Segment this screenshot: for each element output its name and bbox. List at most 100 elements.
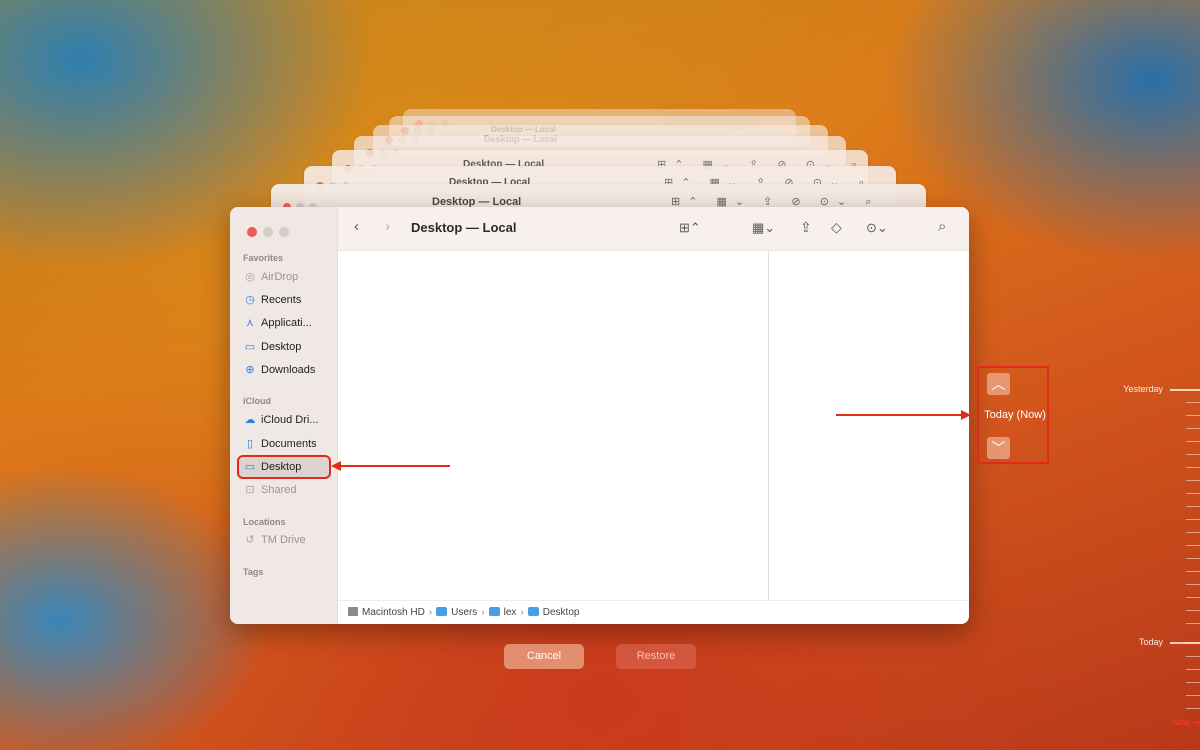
downloads-icon: ⊕ (245, 364, 255, 376)
time-machine-icon: ↺ (245, 534, 255, 546)
timeline-tick (1186, 454, 1200, 455)
sidebar-item-recents[interactable]: ◷ Recents (243, 290, 333, 310)
shared-folder-icon: ⊡ (245, 484, 255, 496)
timeline-tick (1186, 441, 1200, 442)
sidebar-item-label: Recents (261, 294, 302, 306)
timeline-tick (1186, 519, 1200, 520)
timeline-tick (1186, 695, 1200, 696)
zoom-button[interactable] (279, 227, 289, 237)
timeline-tick (1186, 545, 1200, 546)
locations-header: Locations (243, 517, 286, 527)
sidebar-item-documents[interactable]: ▯ Documents (243, 434, 333, 454)
sidebar-item-label: iCloud Dri... (261, 414, 319, 426)
sidebar: Favorites ◎ AirDrop ◷ Recents ⋏ Applicati..… (230, 207, 338, 624)
sidebar-item-desktop[interactable]: ▭ Desktop (243, 337, 333, 357)
navigate-down-button[interactable]: ﹀ (987, 437, 1010, 459)
timeline-tick (1186, 402, 1200, 403)
sidebar-item-label: AirDrop (261, 271, 299, 283)
window-title: Desktop — Local (411, 220, 517, 235)
airdrop-icon: ◎ (245, 271, 255, 283)
annotation-arrow-head (331, 461, 341, 471)
hard-drive-icon (348, 607, 358, 616)
sidebar-item-label: TM Drive (261, 534, 306, 546)
timeline-tick (1186, 682, 1200, 683)
timeline-tick (1186, 506, 1200, 507)
timeline-tick (1186, 623, 1200, 624)
share-icon[interactable]: ⇪ (800, 219, 812, 236)
group-icon[interactable]: ▦⌄ (752, 220, 775, 236)
sidebar-item-applications[interactable]: ⋏ Applicati... (243, 313, 333, 333)
chevron-up-icon: ︿ (991, 376, 1006, 392)
column-divider[interactable] (768, 251, 769, 600)
file-browser[interactable] (338, 251, 969, 600)
path-segment[interactable]: Desktop (527, 601, 579, 624)
sidebar-item-label: Documents (261, 438, 317, 450)
view-mode-icon[interactable]: ⊞⌃ (679, 220, 701, 236)
timeline-tick (1170, 389, 1200, 391)
tags-header: Tags (243, 567, 264, 577)
sidebar-item-label: Desktop (261, 341, 302, 353)
annotation-arrow-line (836, 414, 962, 416)
clock-icon: ◷ (245, 294, 255, 306)
traffic-lights (247, 224, 295, 242)
sidebar-item-downloads[interactable]: ⊕ Downloads (243, 360, 333, 380)
sidebar-item-icloud-drive[interactable]: ☁ iCloud Dri... (243, 410, 333, 430)
timeline-tick (1186, 656, 1200, 657)
timeline-tick (1186, 493, 1200, 494)
timeline[interactable]: Yesterday Today Now (1110, 0, 1200, 750)
home-folder-icon (488, 607, 500, 616)
timeline-tick (1186, 532, 1200, 533)
sidebar-item-tm-drive[interactable]: ↺ TM Drive (243, 530, 333, 550)
icloud-header: iCloud (243, 396, 271, 406)
applications-icon: ⋏ (245, 317, 255, 329)
sidebar-item-label: Desktop (261, 461, 302, 473)
timeline-tick (1186, 610, 1200, 611)
toolbar: ‹ › Desktop — Local ⊞⌃ ▦⌄ ⇪ ◇ ⊙⌄ ⌕ (338, 207, 969, 251)
annotation-arrow-line (340, 465, 450, 467)
sidebar-item-label: Downloads (261, 364, 316, 376)
search-icon[interactable]: ⌕ (938, 218, 946, 235)
annotation-arrow-head (961, 410, 971, 420)
navigate-up-button[interactable]: ︿ (987, 373, 1010, 395)
favorites-header: Favorites (243, 253, 284, 263)
path-segment[interactable]: Users (436, 601, 477, 624)
cancel-button[interactable]: Cancel (504, 644, 584, 669)
timeline-tick (1186, 584, 1200, 585)
sidebar-item-label: Shared (261, 484, 297, 496)
timeline-tick (1186, 597, 1200, 598)
forward-icon[interactable]: › (385, 218, 390, 235)
restore-button[interactable]: Restore (616, 644, 696, 669)
folder-icon (527, 607, 539, 616)
timeline-tick (1186, 558, 1200, 559)
timeline-tick (1186, 708, 1200, 709)
timeline-tick (1186, 428, 1200, 429)
timeline-tick (1186, 415, 1200, 416)
timeline-label-today: Today (1138, 637, 1163, 647)
close-button[interactable] (247, 227, 257, 237)
sidebar-item-airdrop[interactable]: ◎ AirDrop (243, 267, 333, 287)
timeline-label-yesterday: Yesterday (1123, 384, 1163, 394)
chevron-down-icon: ﹀ (991, 440, 1006, 456)
tag-icon[interactable]: ◇ (831, 219, 842, 236)
timeline-tick (1186, 669, 1200, 670)
timeline-tick (1186, 480, 1200, 481)
sidebar-item-label: Applicati... (261, 317, 312, 329)
timeline-tick (1170, 642, 1200, 644)
folder-icon (436, 607, 448, 616)
sidebar-item-icloud-desktop[interactable]: ▭ Desktop (237, 455, 331, 479)
back-icon[interactable]: ‹ (354, 218, 359, 235)
time-navigator: ︿ Today (Now) ﹀ (977, 366, 1049, 464)
timeline-tick-now (1194, 722, 1200, 723)
sidebar-item-shared[interactable]: ⊡ Shared (243, 480, 333, 500)
desktop-icon: ▭ (244, 341, 256, 353)
more-actions-icon[interactable]: ⊙⌄ (866, 220, 888, 236)
path-segment[interactable]: lex (488, 601, 516, 624)
document-icon: ▯ (246, 438, 254, 450)
path-bar: Macintosh HD › Users › lex › Desktop (338, 600, 969, 624)
path-segment[interactable]: Macintosh HD (348, 601, 425, 624)
desktop-icon: ▭ (244, 461, 256, 473)
navigator-date-label: Today (Now) (984, 409, 1046, 421)
minimize-button[interactable] (263, 227, 273, 237)
cloud-icon: ☁ (244, 414, 256, 426)
timeline-tick (1186, 467, 1200, 468)
